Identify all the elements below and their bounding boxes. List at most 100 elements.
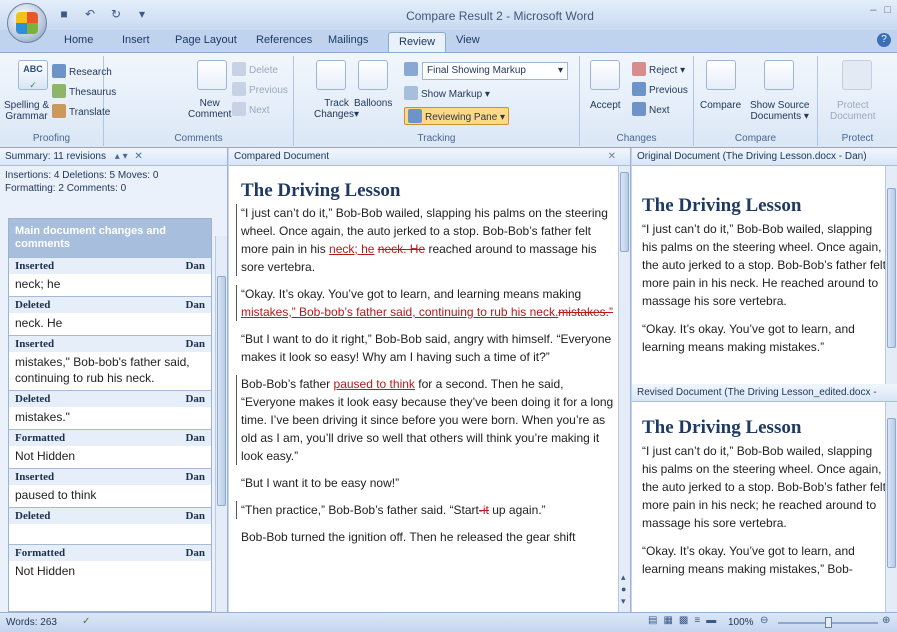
zoom-level[interactable]: 100%: [728, 617, 754, 628]
draft-icon[interactable]: ▬: [706, 615, 716, 626]
accept-icon: [590, 60, 620, 90]
redo-icon[interactable]: ↻: [108, 6, 124, 22]
p1-insertion[interactable]: neck; he: [329, 242, 374, 256]
word-count[interactable]: Words: 263: [6, 617, 57, 628]
reviewing-pane-scroll-thumb[interactable]: [217, 276, 226, 506]
revision-item[interactable]: Formatted Dan Not Hidden: [9, 544, 211, 583]
close-pane-icon[interactable]: ✕: [608, 151, 616, 162]
translate-button[interactable]: Translate: [52, 104, 110, 118]
print-layout-icon[interactable]: ▤: [648, 615, 657, 626]
new-comment-label-1: New: [199, 98, 220, 109]
reject-button[interactable]: Reject ▾: [632, 62, 685, 76]
web-layout-icon[interactable]: ▩: [679, 615, 688, 626]
tab-insert[interactable]: Insert: [122, 34, 150, 46]
group-protect: Protect Document Protect: [818, 56, 897, 146]
p6-text-a: “Then practice,” Bob-Bob’s father said. …: [241, 503, 479, 517]
revision-item[interactable]: Formatted Dan Not Hidden: [9, 429, 211, 468]
tab-references[interactable]: References: [256, 34, 312, 46]
original-scroll-thumb[interactable]: [887, 188, 896, 348]
collapse-icon[interactable]: ▴: [115, 151, 120, 162]
display-for-review-dropdown[interactable]: Final Showing Markup ▾: [422, 62, 568, 80]
next-comment-button[interactable]: Next: [232, 102, 270, 116]
spelling-grammar-button[interactable]: Spelling & Grammar: [4, 100, 49, 122]
accept-button[interactable]: Accept: [590, 100, 621, 111]
select-browse-object-icon[interactable]: ●: [621, 584, 626, 594]
tab-home[interactable]: Home: [64, 34, 93, 46]
undo-icon[interactable]: ↶: [82, 6, 98, 22]
revised-document-body[interactable]: The Driving Lesson “I just can’t do it,”…: [642, 416, 886, 588]
previous-page-icon[interactable]: ▴: [621, 572, 626, 583]
revision-type-row: Formatted Dan: [9, 545, 211, 561]
zoom-slider[interactable]: [778, 617, 878, 628]
original-p2: “Okay. It’s okay. You’ve got to learn, a…: [642, 322, 855, 354]
track-changes-button[interactable]: Track Changes▾: [314, 98, 359, 120]
original-p1: “I just can’t do it,” Bob-Bob wailed, sl…: [642, 222, 886, 308]
original-scrollbar[interactable]: [885, 166, 897, 384]
p6-deletion[interactable]: -it: [479, 503, 489, 517]
expand-icon[interactable]: ▾: [123, 151, 128, 162]
revision-item[interactable]: Inserted Dan paused to think: [9, 468, 211, 507]
reviewing-pane-button[interactable]: Reviewing Pane ▾: [404, 107, 510, 125]
next-page-icon[interactable]: ▾: [621, 596, 626, 607]
compare-button[interactable]: Compare: [700, 100, 741, 111]
group-label-compare: Compare: [734, 133, 777, 144]
help-icon[interactable]: ?: [877, 33, 891, 47]
chevron-down-icon: ▾: [557, 65, 563, 76]
show-source-label-1: Show Source: [750, 100, 810, 111]
full-screen-icon[interactable]: ▦: [663, 615, 672, 626]
group-label-changes: Changes: [616, 133, 657, 144]
outline-icon[interactable]: ≡: [694, 615, 700, 626]
show-markup-icon: [404, 86, 418, 100]
save-icon[interactable]: ■: [56, 6, 72, 22]
revision-item[interactable]: Inserted Dan neck; he: [9, 257, 211, 296]
compared-scroll-thumb[interactable]: [620, 172, 629, 252]
revised-pane-title: Revised Document (The Driving Lesson_edi…: [637, 387, 877, 398]
show-source-button[interactable]: Show Source Documents ▾: [750, 100, 809, 122]
tab-review[interactable]: Review: [388, 32, 447, 52]
restore-icon[interactable]: □: [884, 4, 891, 16]
next-change-button[interactable]: Next: [632, 102, 670, 116]
new-comment-button[interactable]: New Comment: [188, 98, 231, 120]
office-button[interactable]: [7, 3, 47, 43]
compare-icon: [706, 60, 736, 90]
p2-deletion[interactable]: mistakes.”: [558, 305, 613, 319]
revised-scrollbar[interactable]: [885, 402, 897, 612]
balloons-button[interactable]: Balloons: [354, 98, 392, 109]
close-icon[interactable]: ✕: [134, 151, 142, 162]
previous-comment-button[interactable]: Previous: [232, 82, 288, 96]
revision-item[interactable]: Deleted Dan: [9, 507, 211, 544]
zoom-in-icon[interactable]: ⊕: [882, 615, 890, 626]
p1-deletion[interactable]: neck. He: [378, 242, 425, 256]
display-for-review-icon-wrap: [404, 62, 421, 76]
proofing-status-icon[interactable]: ✓: [82, 616, 90, 627]
tab-view[interactable]: View: [456, 34, 480, 46]
group-comments: New Comment Delete Previous Next Comments: [104, 56, 294, 146]
p2-insertion[interactable]: mistakes,” Bob-bob’s father said, contin…: [241, 305, 558, 319]
track-changes-label-1: Track: [324, 98, 349, 109]
revision-item[interactable]: Deleted Dan mistakes.": [9, 390, 211, 429]
revision-item[interactable]: Deleted Dan neck. He: [9, 296, 211, 335]
tab-page-layout[interactable]: Page Layout: [175, 34, 237, 46]
customize-qat-icon[interactable]: ▾: [134, 6, 150, 22]
revision-item[interactable]: Inserted Dan mistakes," Bob-bob's father s…: [9, 335, 211, 390]
show-markup-button[interactable]: Show Markup ▾: [404, 86, 490, 100]
show-source-icon: [764, 60, 794, 90]
original-document-body[interactable]: The Driving Lesson “I just can’t do it,”…: [642, 194, 886, 366]
reviewing-pane-scrollbar[interactable]: [215, 236, 227, 612]
paragraph-7: Bob-Bob turned the ignition off. Then he…: [241, 528, 617, 546]
revision-type-row: Inserted Dan: [9, 469, 211, 485]
source-documents: Original Document (The Driving Lesson.do…: [632, 148, 897, 612]
compared-scrollbar[interactable]: ▴ ● ▾: [618, 166, 630, 612]
minimize-icon[interactable]: –: [870, 4, 876, 16]
tab-mailings[interactable]: Mailings: [328, 34, 368, 46]
research-button[interactable]: Research: [52, 64, 112, 78]
protect-label-2: Document: [830, 111, 876, 122]
revised-scroll-thumb[interactable]: [887, 418, 896, 568]
compared-document-body[interactable]: The Driving Lesson “I just can’t do it,”…: [236, 170, 617, 555]
zoom-slider-thumb[interactable]: [825, 617, 832, 628]
zoom-out-icon[interactable]: ⊖: [760, 615, 768, 626]
delete-comment-button[interactable]: Delete: [232, 62, 278, 76]
previous-change-button[interactable]: Previous: [632, 82, 688, 96]
p4-insertion[interactable]: paused to think: [334, 377, 415, 391]
protect-document-button[interactable]: Protect Document: [830, 100, 876, 122]
